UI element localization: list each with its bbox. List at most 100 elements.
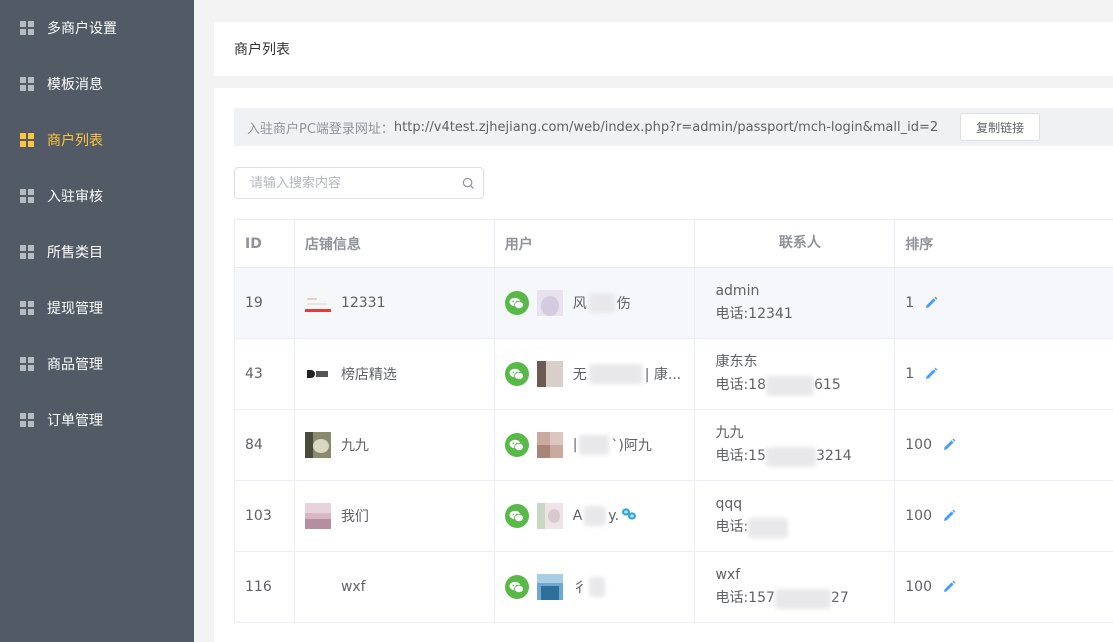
grid-icon <box>20 189 34 203</box>
grid-icon <box>20 133 34 147</box>
contact-phone: 电话:15 <box>715 448 766 464</box>
sort-value: 100 <box>905 508 932 524</box>
copy-link-button[interactable]: 复制链接 <box>960 113 1041 141</box>
edit-icon[interactable] <box>924 296 938 310</box>
user-name-start: A <box>572 508 583 524</box>
table-row: 43 榜店精选 无 | 康... 康东东 电话:18 615 1 <box>235 339 1113 410</box>
table-row: 19 12331 风伤 admin 电话:12341 1 <box>235 268 1113 339</box>
user-cell: Ay. <box>495 481 696 551</box>
wechat-icon <box>504 433 529 457</box>
contact-cell: 九九 电话:15 3214 <box>695 410 896 480</box>
header-contact: 联系人 <box>695 220 896 267</box>
grid-icon <box>20 357 34 371</box>
sort-cell: 100 <box>895 410 1113 480</box>
contact-name: qqq <box>715 496 743 512</box>
store-cell: 九九 <box>295 410 495 480</box>
login-url-bar: 入驻商户PC端登录网址： http://v4test.zjhejiang.com… <box>234 108 1113 146</box>
wechat-icon <box>504 291 529 315</box>
contact-name: admin <box>715 283 760 299</box>
user-cell: 无 | 康... <box>495 339 696 409</box>
sidebar-item-products[interactable]: 商品管理 <box>0 336 194 392</box>
edit-icon[interactable] <box>942 580 956 594</box>
header-user: 用户 <box>495 220 696 267</box>
butterfly-emoji-icon <box>621 507 637 525</box>
avatar <box>536 574 563 600</box>
sidebar-item-label: 多商户设置 <box>47 21 117 37</box>
avatar <box>536 361 563 387</box>
store-name: 九九 <box>340 438 369 454</box>
store-name: 12331 <box>340 295 386 311</box>
contact-phone-end: 615 <box>814 377 841 393</box>
sidebar-item-multi-merchant-settings[interactable]: 多商户设置 <box>0 0 194 56</box>
store-logo <box>304 503 331 529</box>
contact-name: 九九 <box>715 425 744 441</box>
store-logo <box>304 290 331 316</box>
contact-phone-end: 3214 <box>816 448 852 464</box>
row-id: 103 <box>235 481 295 551</box>
sidebar-item-orders[interactable]: 订单管理 <box>0 392 194 448</box>
contact-phone-end: 27 <box>830 590 849 606</box>
user-name-start: | <box>572 437 578 453</box>
sort-cell: 100 <box>895 481 1113 551</box>
store-logo <box>304 432 331 458</box>
sidebar-item-label: 模板消息 <box>47 77 103 93</box>
sidebar-item-settlement-review[interactable]: 入驻审核 <box>0 168 194 224</box>
contact-cell: admin 电话:12341 <box>695 268 896 338</box>
avatar <box>536 290 563 316</box>
user-name-end: | 康... <box>644 367 682 383</box>
sidebar-item-withdrawals[interactable]: 提现管理 <box>0 280 194 336</box>
contact-cell: wxf 电话:157 27 <box>695 552 896 622</box>
table-header: ID 店铺信息 用户 联系人 排序 <box>235 220 1113 268</box>
row-id: 84 <box>235 410 295 480</box>
login-url: http://v4test.zjhejiang.com/web/index.ph… <box>393 119 939 135</box>
sort-value: 100 <box>905 579 932 595</box>
store-logo <box>305 574 331 600</box>
user-cell: 彳 <box>495 552 696 622</box>
edit-icon[interactable] <box>942 509 956 523</box>
avatar <box>536 503 563 529</box>
contact-name: 康东东 <box>715 354 758 370</box>
store-name: 榜店精选 <box>340 367 397 383</box>
sidebar-item-categories[interactable]: 所售类目 <box>0 224 194 280</box>
row-id: 43 <box>235 339 295 409</box>
sort-cell: 100 <box>895 552 1113 622</box>
sidebar-item-label: 提现管理 <box>47 301 103 317</box>
user-name-end: y. <box>608 508 620 524</box>
contact-cell: qqq 电话: <box>695 481 896 551</box>
sidebar-item-label: 入驻审核 <box>47 189 103 205</box>
store-cell: 我们 <box>295 481 495 551</box>
table-row: 84 九九 | `)阿九 九九 电话:15 3214 100 <box>235 410 1113 481</box>
sidebar-item-merchant-list[interactable]: 商户列表 <box>0 112 194 168</box>
sidebar: 多商户设置 模板消息 商户列表 入驻审核 所售类目 提现管理 商品管理 订单管理 <box>0 0 194 642</box>
edit-icon[interactable] <box>942 438 956 452</box>
table-row: 116 wxf 彳 wxf 电话:157 27 100 <box>235 552 1113 623</box>
user-name-start: 风 <box>572 296 587 312</box>
contact-cell: 康东东 电话:18 615 <box>695 339 896 409</box>
header-id: ID <box>235 220 295 267</box>
page-title: 商户列表 <box>234 42 290 58</box>
header-sort: 排序 <box>905 236 934 253</box>
sort-value: 1 <box>905 295 915 311</box>
edit-icon[interactable] <box>924 367 938 381</box>
main-content: 商户列表 入驻商户PC端登录网址： http://v4test.zjhejian… <box>194 0 1113 642</box>
grid-icon <box>20 301 34 315</box>
store-name: 我们 <box>340 509 369 525</box>
contact-name: wxf <box>715 567 741 583</box>
sidebar-item-label: 所售类目 <box>47 245 103 261</box>
sort-cell: 1 <box>895 339 1113 409</box>
search-input[interactable] <box>235 168 453 198</box>
grid-icon <box>20 413 34 427</box>
user-name-end: 伤 <box>616 296 631 312</box>
sidebar-item-template-messages[interactable]: 模板消息 <box>0 56 194 112</box>
grid-icon <box>20 77 34 91</box>
login-url-label: 入驻商户PC端登录网址： <box>247 121 394 137</box>
content-card: 入驻商户PC端登录网址： http://v4test.zjhejiang.com… <box>214 88 1113 642</box>
sidebar-item-label: 商品管理 <box>47 357 103 373</box>
table-row: 103 我们 Ay. qqq 电话: 100 <box>235 481 1113 552</box>
wechat-icon <box>504 362 529 386</box>
contact-phone: 电话: <box>715 519 749 535</box>
store-cell: 榜店精选 <box>295 339 495 409</box>
header-store: 店铺信息 <box>295 220 495 267</box>
sort-value: 1 <box>905 366 915 382</box>
search-icon[interactable] <box>453 177 483 190</box>
